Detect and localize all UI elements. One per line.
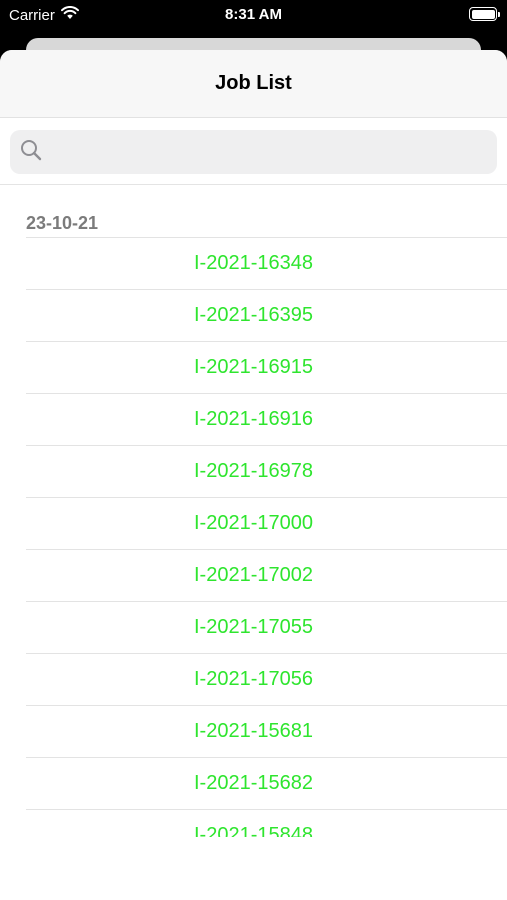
job-row[interactable]: I-2021-15681 [26, 705, 507, 757]
job-row[interactable]: I-2021-16395 [26, 289, 507, 341]
job-list-sheet: Job List 23-10-21 I-2021-16348 I-2021-16… [0, 50, 507, 900]
job-row[interactable]: I-2021-17055 [26, 601, 507, 653]
job-row[interactable]: I-2021-17000 [26, 497, 507, 549]
search-bar[interactable] [10, 130, 497, 174]
battery-icon [469, 7, 500, 21]
search-area [0, 118, 507, 185]
job-row[interactable]: I-2021-17056 [26, 653, 507, 705]
job-row[interactable]: I-2021-15848 [26, 809, 507, 837]
search-input[interactable] [48, 142, 497, 162]
status-bar: Carrier 8:31 AM [0, 0, 507, 30]
status-time: 8:31 AM [225, 6, 282, 23]
job-row[interactable]: I-2021-16978 [26, 445, 507, 497]
job-row[interactable]: I-2021-15682 [26, 757, 507, 809]
page-title: Job List [215, 72, 292, 94]
job-row[interactable]: I-2021-16916 [26, 393, 507, 445]
job-row[interactable]: I-2021-16915 [26, 341, 507, 393]
job-row[interactable]: I-2021-16348 [26, 237, 507, 289]
navigation-bar: Job List [0, 50, 507, 118]
section-header-date: 23-10-21 [26, 212, 99, 233]
job-list: I-2021-16348 I-2021-16395 I-2021-16915 I… [26, 237, 507, 837]
job-row[interactable]: I-2021-17002 [26, 549, 507, 601]
search-icon [20, 139, 42, 166]
